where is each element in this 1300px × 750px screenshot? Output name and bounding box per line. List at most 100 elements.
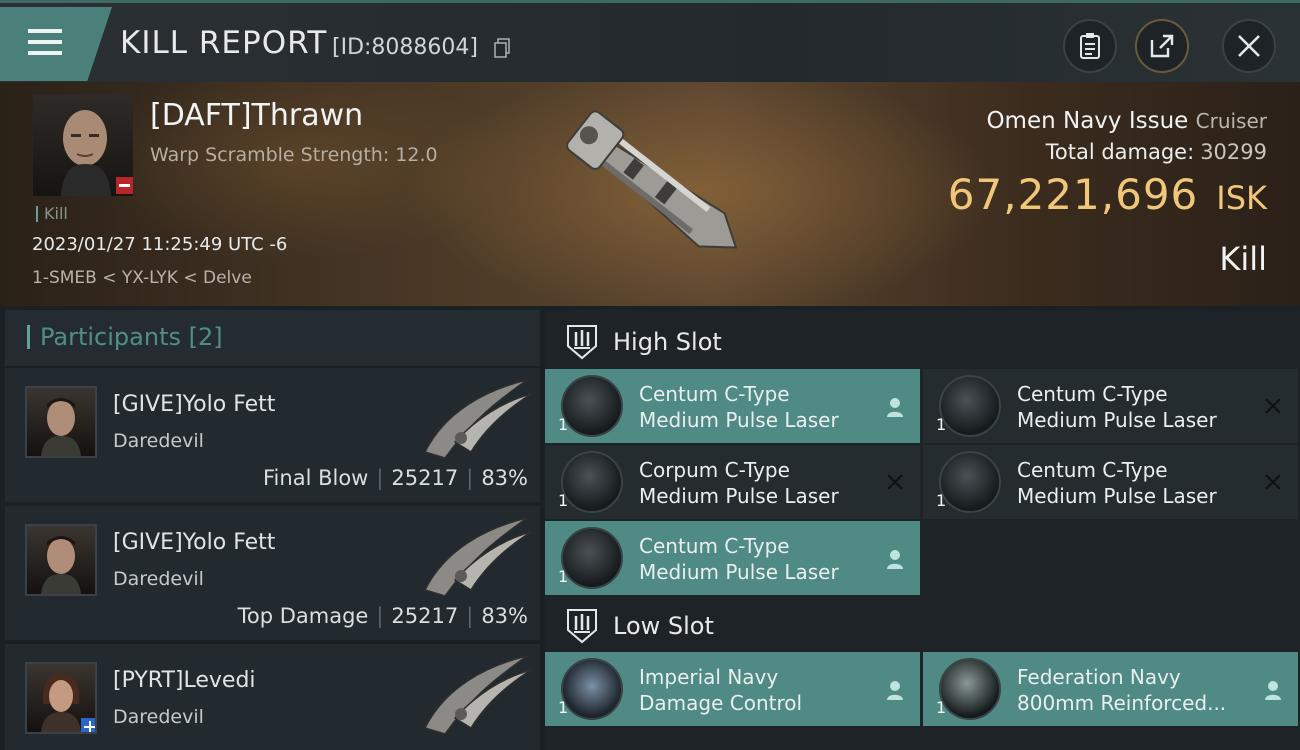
- x-mark-icon: [887, 474, 903, 490]
- participant-damage: 25217: [391, 466, 459, 490]
- participants-label-text: Participants: [40, 323, 181, 351]
- isk-unit: ISK: [1216, 179, 1267, 217]
- person-icon: [887, 681, 903, 700]
- share-icon: [1150, 34, 1174, 58]
- module-quantity: 1: [558, 567, 569, 586]
- laser-module-icon: [561, 451, 623, 513]
- low-slot-icon: [567, 609, 597, 644]
- module-quantity: 1: [936, 698, 947, 717]
- person-icon: [887, 398, 903, 417]
- participant-row[interactable]: [GIVE]Yolo Fett Daredevil Final Blow | 252…: [5, 368, 540, 502]
- participant-avatar-image: [41, 536, 81, 594]
- participants-header[interactable]: Participants [2]: [5, 310, 540, 366]
- total-damage-label: Total damage:: [1045, 140, 1195, 164]
- stat-separator: |: [376, 466, 384, 490]
- module-name: Corpum C-Type Medium Pulse Laser: [639, 457, 839, 509]
- avatar: [25, 386, 97, 458]
- module-item[interactable]: 1 Centum C-Type Medium Pulse Laser: [923, 445, 1298, 519]
- participant-row[interactable]: [PYRT]Levedi Daredevil: [5, 644, 540, 750]
- page-title: KILL REPORT: [120, 25, 328, 61]
- menu-button[interactable]: [0, 7, 112, 81]
- menu-icon: [28, 29, 62, 33]
- participant-ship-image: [423, 655, 532, 735]
- friendly-badge: [81, 718, 95, 732]
- laser-module-icon: [561, 527, 623, 589]
- participant-row[interactable]: [GIVE]Yolo Fett Daredevil Top Damage | 252…: [5, 506, 540, 640]
- module-name-line1: Centum C-Type: [639, 534, 790, 558]
- module-name: Federation Navy 800mm Reinforced...: [1017, 664, 1226, 716]
- participant-tag: Final Blow: [263, 466, 369, 490]
- report-id: [ID:8088604]: [332, 35, 478, 60]
- laser-module-icon: [939, 451, 1001, 513]
- module-name: Centum C-Type Medium Pulse Laser: [1017, 457, 1217, 509]
- module-name-line1: Centum C-Type: [639, 382, 790, 406]
- participant-ship: Daredevil: [113, 568, 204, 590]
- module-item[interactable]: 1 Centum C-Type Medium Pulse Laser: [545, 369, 920, 443]
- share-button[interactable]: [1135, 19, 1189, 73]
- copy-icon[interactable]: [494, 38, 510, 58]
- menu-icon-bar: [28, 51, 62, 55]
- kill-result: Kill: [1219, 240, 1267, 278]
- module-item[interactable]: 1 Federation Navy 800mm Reinforced...: [923, 652, 1298, 726]
- kill-tag: Kill: [36, 206, 68, 222]
- avatar: [25, 524, 97, 596]
- close-icon: [1238, 35, 1260, 57]
- module-quantity: 1: [558, 698, 569, 717]
- laser-module-icon: [561, 375, 623, 437]
- module-item[interactable]: 1 Corpum C-Type Medium Pulse Laser: [545, 445, 920, 519]
- module-item[interactable]: 1 Imperial Navy Damage Control: [545, 652, 920, 726]
- avatar: [25, 662, 97, 734]
- total-damage-value: 30299: [1200, 140, 1267, 164]
- participant-ship: Daredevil: [113, 706, 204, 728]
- victim-ship-image[interactable]: [548, 88, 768, 298]
- high-slot-header: High Slot: [545, 312, 1300, 370]
- module-item[interactable]: 1 Centum C-Type Medium Pulse Laser: [923, 369, 1298, 443]
- module-name: Centum C-Type Medium Pulse Laser: [639, 533, 839, 585]
- participant-percent: 83%: [481, 466, 528, 490]
- module-name-line2: Medium Pulse Laser: [1017, 408, 1217, 432]
- hostile-badge: [116, 177, 133, 194]
- x-mark-icon: [1265, 474, 1281, 490]
- kill-datetime: 2023/01/27 11:25:49 UTC -6: [32, 234, 288, 255]
- module-name-line1: Imperial Navy: [639, 665, 779, 689]
- module-name-line2: 800mm Reinforced...: [1017, 691, 1227, 715]
- damage-control-module-icon: [561, 658, 623, 720]
- participant-ship: Daredevil: [113, 430, 204, 452]
- victim-name[interactable]: [DAFT]Thrawn: [150, 98, 363, 133]
- module-quantity: 1: [936, 415, 947, 434]
- module-name-line2: Medium Pulse Laser: [639, 560, 839, 584]
- clipboard-icon: [1080, 33, 1100, 59]
- low-slot-label: Low Slot: [613, 612, 714, 640]
- warp-scramble-strength: Warp Scramble Strength: 12.0: [150, 144, 438, 166]
- participants-label: Participants [2]: [27, 325, 223, 349]
- laser-module-icon: [939, 375, 1001, 437]
- low-slot-header: Low Slot: [545, 596, 1300, 654]
- module-quantity: 1: [558, 415, 569, 434]
- module-item[interactable]: 1 Centum C-Type Medium Pulse Laser: [545, 521, 920, 595]
- stat-separator: |: [466, 604, 474, 628]
- participant-ship-image: [423, 379, 532, 459]
- participant-damage: 25217: [391, 604, 459, 628]
- module-name-line2: Medium Pulse Laser: [1017, 484, 1217, 508]
- armor-plate-module-icon: [939, 658, 1001, 720]
- clipboard-button[interactable]: [1063, 19, 1117, 73]
- module-quantity: 1: [558, 491, 569, 510]
- module-name-line1: Federation Navy: [1017, 665, 1181, 689]
- close-button[interactable]: [1222, 19, 1276, 73]
- participant-name: [GIVE]Yolo Fett: [113, 392, 276, 417]
- participant-name: [PYRT]Levedi: [113, 668, 256, 693]
- participant-percent: 83%: [481, 604, 528, 628]
- high-slot-icon: [567, 325, 597, 360]
- participant-stats: Final Blow | 25217 | 83%: [263, 466, 528, 490]
- victim-ship-name[interactable]: Omen Navy Issue Cruiser: [986, 108, 1267, 134]
- module-name-line2: Medium Pulse Laser: [639, 408, 839, 432]
- isk-value-display: 67,221,696 ISK: [948, 170, 1267, 219]
- module-name-line1: Centum C-Type: [1017, 458, 1168, 482]
- participant-tag: Top Damage: [237, 604, 369, 628]
- menu-icon-bar: [28, 40, 62, 44]
- kill-location[interactable]: 1-SMEB < YX-LYK < Delve: [32, 268, 252, 288]
- person-icon: [1265, 681, 1281, 700]
- stat-separator: |: [466, 466, 474, 490]
- participants-count: [2]: [188, 323, 223, 351]
- participant-avatar-image: [41, 398, 81, 456]
